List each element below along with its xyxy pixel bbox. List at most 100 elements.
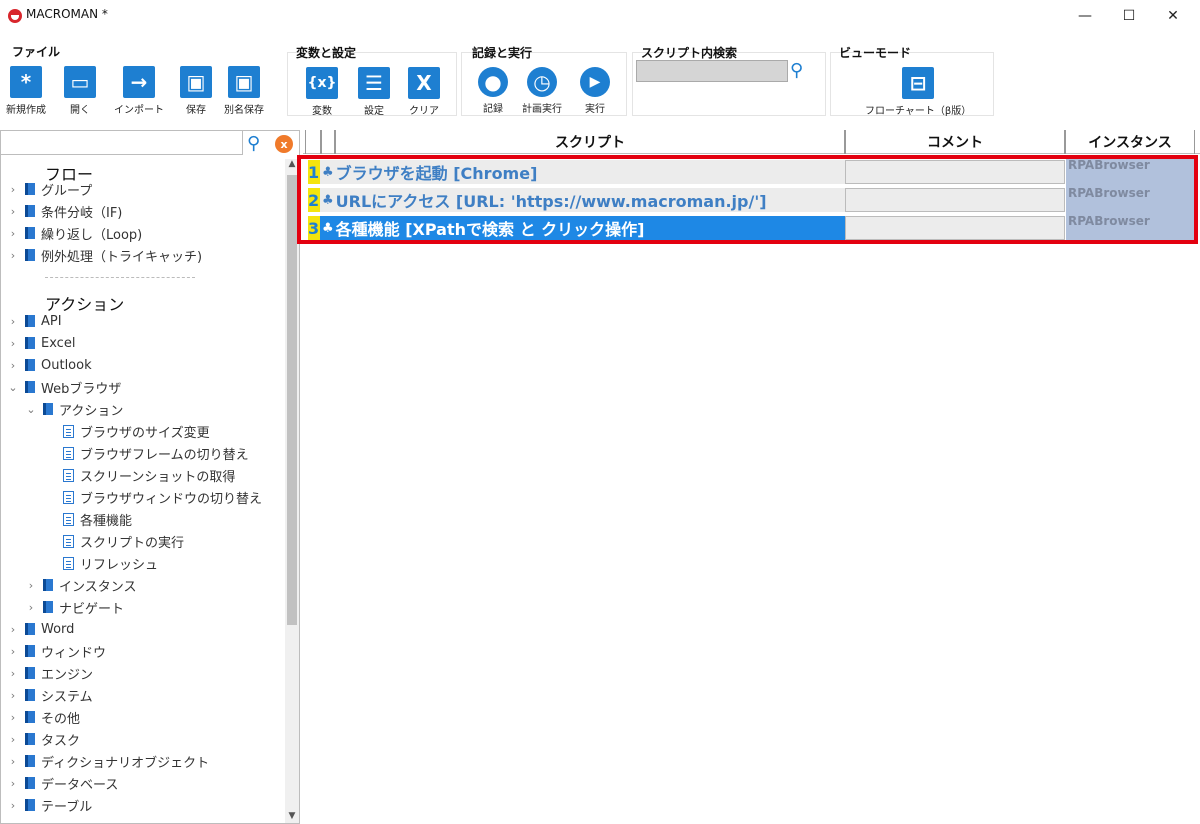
- tree-item-resize-browser[interactable]: ブラウザのサイズ変更: [63, 421, 210, 441]
- tree-item-window[interactable]: › ウィンドウ: [7, 641, 106, 661]
- tree-item-screenshot[interactable]: スクリーンショットの取得: [63, 465, 235, 485]
- action-tree-panel: ⚲ x ▲ ▼ フロー › グループ › 条件分岐（IF) › 繰り返し（Loop) …: [0, 130, 300, 824]
- minimize-button[interactable]: —: [1062, 0, 1108, 32]
- book-icon: [25, 249, 35, 261]
- header-handle: [305, 130, 321, 154]
- tree-item-navigate[interactable]: › ナビゲート: [25, 597, 124, 617]
- flowchart-button[interactable]: ⊟ フローチャート（β版）: [865, 67, 971, 117]
- tree-item-various-functions[interactable]: 各種機能: [63, 509, 132, 529]
- tree-search-input[interactable]: [1, 131, 243, 155]
- chevron-right-icon: ›: [10, 204, 16, 218]
- group-file: ファイル * 新規作成 ▭ 開く → インポート ▣ 保存 ▣ 別名保存: [2, 45, 284, 116]
- maximize-button[interactable]: ☐: [1106, 0, 1152, 32]
- tree-item-system[interactable]: › システム: [7, 685, 93, 705]
- tree-item-if[interactable]: › 条件分岐（IF): [7, 201, 123, 221]
- book-icon: [25, 755, 35, 767]
- tree-item-switch-frame[interactable]: ブラウザフレームの切り替え: [63, 443, 249, 463]
- record-button[interactable]: ● 記録: [478, 67, 508, 115]
- tree-item-dictionary[interactable]: › ディクショナリオブジェクト: [7, 751, 209, 771]
- grid-header: スクリプト コメント インスタンス: [303, 130, 1200, 154]
- header-script[interactable]: スクリプト: [335, 130, 845, 154]
- tree-item-other[interactable]: › その他: [7, 707, 80, 727]
- variables-icon: {x}: [306, 67, 338, 99]
- tree-item-web-actions[interactable]: ⌄ アクション: [25, 399, 123, 419]
- tree-item-web-browser[interactable]: ⌄ Webブラウザ: [7, 377, 121, 397]
- tree-search-icon[interactable]: ⚲: [247, 133, 260, 154]
- clock-icon: ◷: [527, 67, 557, 97]
- document-icon: [63, 534, 74, 548]
- chevron-right-icon: ›: [10, 754, 16, 768]
- search-icon[interactable]: ⚲: [790, 60, 803, 81]
- close-button[interactable]: ✕: [1150, 0, 1196, 32]
- run-button[interactable]: ▶ 実行: [580, 67, 610, 115]
- schedule-button[interactable]: ◷ 計画実行: [522, 67, 562, 115]
- document-icon: [63, 556, 74, 570]
- play-icon: ▶: [580, 67, 610, 97]
- tree-item-table[interactable]: › テーブル: [7, 795, 92, 815]
- chevron-right-icon: ›: [10, 710, 16, 724]
- tree-scroll-thumb[interactable]: [287, 175, 297, 625]
- chevron-right-icon: ›: [10, 688, 16, 702]
- title-bar: MACROMAN * — ☐ ✕: [0, 0, 1200, 32]
- import-button[interactable]: → インポート: [114, 66, 164, 116]
- tree-item-task[interactable]: › タスク: [7, 729, 80, 749]
- clear-icon: X: [408, 67, 440, 99]
- macroman-logo-icon: [8, 9, 22, 23]
- group-variables: 変数と設定 {x} 変数 ☰ 設定 X クリア: [287, 46, 457, 117]
- document-icon: [63, 446, 74, 460]
- chevron-right-icon: ›: [10, 666, 16, 680]
- book-icon: [25, 667, 35, 679]
- tree-item-api[interactable]: › API: [7, 311, 62, 331]
- clear-button[interactable]: X クリア: [408, 67, 440, 117]
- save-as-icon: ▣: [228, 66, 260, 98]
- open-button[interactable]: ▭ 開く: [64, 66, 96, 116]
- book-icon: [25, 315, 35, 327]
- save-button[interactable]: ▣ 保存: [180, 66, 212, 116]
- chevron-right-icon: ›: [10, 732, 16, 746]
- chevron-right-icon: ›: [10, 622, 16, 636]
- chevron-right-icon: ›: [28, 578, 34, 592]
- tree-item-database[interactable]: › データベース: [7, 773, 119, 793]
- tree-clear-icon[interactable]: x: [275, 135, 293, 153]
- chevron-right-icon: ›: [10, 358, 16, 372]
- header-comment[interactable]: コメント: [845, 130, 1065, 154]
- tree-item-outlook[interactable]: › Outlook: [7, 355, 92, 375]
- tree-item-try-catch[interactable]: › 例外処理（トライキャッチ): [7, 245, 202, 265]
- header-instance[interactable]: インスタンス: [1065, 130, 1195, 154]
- tree-item-group[interactable]: › グループ: [7, 179, 92, 199]
- book-icon: [25, 645, 35, 657]
- tree-item-switch-window[interactable]: ブラウザウィンドウの切り替え: [63, 487, 262, 507]
- chevron-right-icon: ›: [10, 314, 16, 328]
- document-icon: [63, 424, 74, 438]
- tree-item-run-script[interactable]: スクリプトの実行: [63, 531, 184, 551]
- chevron-right-icon: ›: [10, 182, 16, 196]
- save-as-button[interactable]: ▣ 別名保存: [224, 66, 264, 116]
- tree-item-instance[interactable]: › インスタンス: [25, 575, 137, 595]
- tree-item-engine[interactable]: › エンジン: [7, 663, 93, 683]
- book-icon: [25, 777, 35, 789]
- book-icon: [25, 359, 35, 371]
- settings-icon: ☰: [358, 67, 390, 99]
- book-icon: [25, 183, 35, 195]
- chevron-right-icon: ›: [10, 644, 16, 658]
- book-icon: [25, 733, 35, 745]
- settings-button[interactable]: ☰ 設定: [358, 67, 390, 117]
- document-icon: [63, 468, 74, 482]
- chevron-down-icon: ⌄: [8, 380, 18, 394]
- folder-icon: ▭: [64, 66, 96, 98]
- book-icon: [43, 579, 53, 591]
- new-button[interactable]: * 新規作成: [6, 66, 46, 116]
- variables-button[interactable]: {x} 変数: [306, 67, 338, 117]
- tree-item-loop[interactable]: › 繰り返し（Loop): [7, 223, 142, 243]
- import-arrow-icon: →: [123, 66, 155, 98]
- document-icon: [63, 490, 74, 504]
- tree-item-excel[interactable]: › Excel: [7, 333, 76, 353]
- tree-item-refresh[interactable]: リフレッシュ: [63, 553, 158, 573]
- header-index: [321, 130, 335, 154]
- book-icon: [25, 227, 35, 239]
- scroll-down-icon[interactable]: ▼: [285, 809, 299, 823]
- tree-item-word[interactable]: › Word: [7, 619, 75, 639]
- group-file-title: ファイル: [12, 45, 61, 59]
- script-search-input[interactable]: [636, 60, 788, 82]
- flowchart-icon: ⊟: [902, 67, 935, 99]
